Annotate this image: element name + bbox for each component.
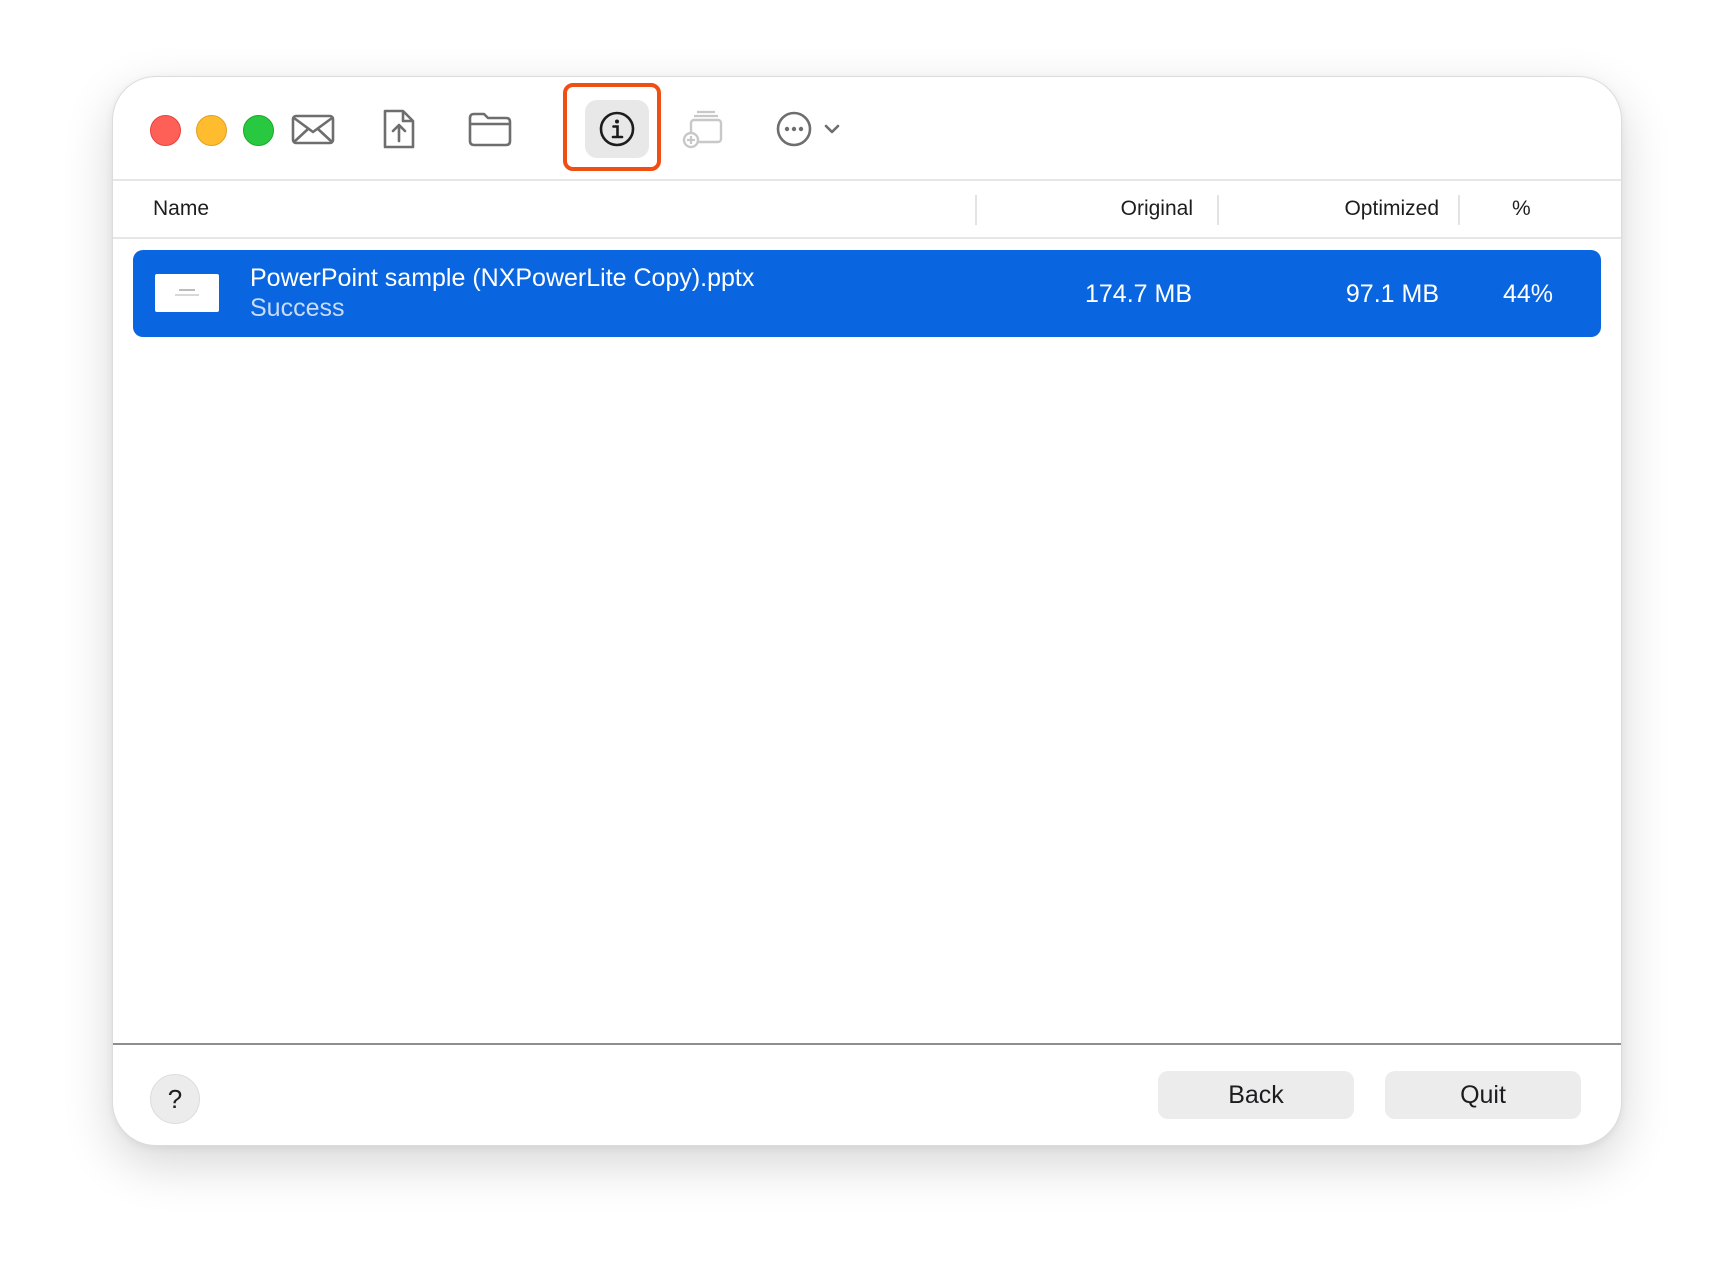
column-header-original[interactable]: Original <box>1121 197 1193 221</box>
document-share-icon <box>383 109 415 149</box>
column-header-optimized[interactable]: Optimized <box>1344 197 1439 221</box>
add-to-stack-button <box>671 100 735 158</box>
envelope-icon <box>291 114 335 145</box>
more-options-button[interactable] <box>767 100 849 158</box>
column-divider[interactable] <box>1458 195 1460 225</box>
email-button[interactable] <box>281 100 345 158</box>
table-row[interactable]: PowerPoint sample (NXPowerLite Copy).ppt… <box>133 250 1601 337</box>
toolbar <box>113 77 1621 181</box>
column-header-name[interactable]: Name <box>153 197 209 221</box>
quit-button[interactable]: Quit <box>1385 1071 1581 1119</box>
more-options-icon <box>776 111 812 147</box>
file-thumbnail <box>155 274 219 312</box>
original-size: 174.7 MB <box>1084 280 1192 308</box>
minimize-window-button[interactable] <box>196 115 227 146</box>
back-button[interactable]: Back <box>1158 1071 1354 1119</box>
file-status: Success <box>250 294 345 322</box>
column-divider[interactable] <box>975 195 977 225</box>
add-to-stack-icon <box>682 110 723 149</box>
info-button[interactable] <box>585 100 649 158</box>
footer-divider <box>113 1043 1621 1045</box>
share-button[interactable] <box>367 100 431 158</box>
help-button[interactable]: ? <box>150 1074 200 1124</box>
open-folder-button[interactable] <box>458 100 522 158</box>
table-header: Name Original Optimized % <box>113 181 1621 239</box>
column-header-percent[interactable]: % <box>1512 197 1531 221</box>
column-divider[interactable] <box>1217 195 1219 225</box>
folder-icon <box>468 112 512 147</box>
app-window: Name Original Optimized % PowerPoint sam… <box>112 76 1622 1146</box>
chevron-down-icon <box>824 124 840 134</box>
reduction-percent: 44% <box>1502 280 1553 308</box>
optimized-size: 97.1 MB <box>1345 280 1439 308</box>
file-name: PowerPoint sample (NXPowerLite Copy).ppt… <box>250 264 755 292</box>
info-circle-icon <box>599 111 635 147</box>
zoom-window-button[interactable] <box>243 115 274 146</box>
close-window-button[interactable] <box>150 115 181 146</box>
